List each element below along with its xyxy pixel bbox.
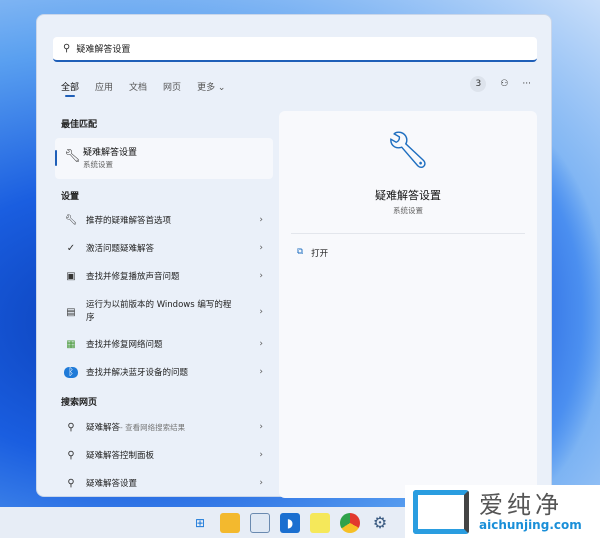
- chevron-right-icon: ›: [259, 307, 263, 317]
- more-options-button[interactable]: ···: [522, 79, 531, 89]
- photos-icon[interactable]: [250, 512, 270, 533]
- web-header: 搜索网页: [61, 398, 98, 408]
- list-item[interactable]: ▦ 查找并修复网络问题 ›: [55, 338, 273, 351]
- tab-apps[interactable]: 应用: [95, 80, 113, 93]
- tab-web[interactable]: 网页: [163, 80, 181, 93]
- chevron-right-icon: ›: [259, 215, 263, 225]
- open-external-icon: ⧉: [297, 247, 304, 257]
- chevron-right-icon: ›: [259, 243, 263, 253]
- watermark-cn: 爱纯净: [479, 490, 563, 519]
- preview-subtitle: 系统设置: [393, 206, 423, 215]
- chevron-right-icon: ›: [259, 478, 263, 488]
- account-icon[interactable]: ⚇: [500, 79, 508, 89]
- wrench-icon: 🔧︎: [385, 130, 431, 171]
- web-item[interactable]: ⚲ 疑难解答 - 查看网络搜索结果 ›: [55, 421, 273, 434]
- toolbar: 3 ⚇ ···: [470, 76, 531, 92]
- list-item[interactable]: ᛒ 查找并解决蓝牙设备的问题 ›: [55, 366, 273, 378]
- watermark-logo: [413, 489, 469, 534]
- watermark-en: aichunjing.com: [479, 517, 582, 532]
- best-match-title: 疑难解答设置: [83, 148, 138, 158]
- preview-pane: 🔧︎ 疑难解答设置 系统设置 ⧉ 打开: [279, 111, 537, 498]
- item-label: 疑难解答: [86, 423, 121, 433]
- check-circle-icon: ✓: [66, 242, 76, 254]
- tab-documents[interactable]: 文档: [129, 80, 147, 93]
- best-match-item[interactable]: 🔧︎ 疑难解答设置 系统设置: [55, 138, 273, 179]
- item-sub: - 查看网络搜索结果: [120, 422, 186, 432]
- open-button[interactable]: ⧉ 打开: [297, 247, 328, 259]
- item-label: 疑难解答设置: [86, 479, 138, 489]
- list-item[interactable]: 🔧︎ 推荐的疑难解答首选项 ›: [55, 214, 273, 227]
- search-icon: ⚲: [63, 43, 71, 54]
- wrench-icon: 🔧︎: [64, 214, 78, 226]
- search-icon: ⚲: [67, 477, 75, 489]
- tab-all[interactable]: 全部: [61, 80, 79, 97]
- best-match-header: 最佳匹配: [61, 120, 98, 130]
- list-item[interactable]: ✓ 激活问题疑难解答 ›: [55, 242, 273, 255]
- web-item[interactable]: ⚲ 疑难解答设置 ›: [55, 477, 273, 490]
- item-label: 运行为以前版本的 Windows 编写的程序: [86, 300, 232, 323]
- rewards-badge[interactable]: 3: [470, 76, 487, 92]
- item-label: 查找并修复播放声音问题: [86, 272, 180, 282]
- search-input[interactable]: ⚲ 疑难解答设置: [53, 37, 537, 62]
- tab-more[interactable]: 更多 ⌄: [197, 80, 225, 93]
- notes-icon[interactable]: [310, 512, 330, 533]
- open-label: 打开: [311, 249, 329, 259]
- settings-header: 设置: [61, 192, 80, 202]
- list-item[interactable]: ▣ 查找并修复播放声音问题 ›: [55, 270, 273, 283]
- search-icon: ⚲: [67, 421, 75, 433]
- wrench-icon: 🔧︎: [64, 149, 81, 164]
- chrome-icon[interactable]: [340, 512, 360, 533]
- app-icon[interactable]: ◗: [280, 512, 300, 533]
- watermark: 爱纯净 aichunjing.com: [405, 485, 600, 538]
- filter-tabs: 全部 应用 文档 网页 更多 ⌄: [61, 80, 241, 97]
- bluetooth-icon: ᛒ: [64, 366, 78, 378]
- preview-title: 疑难解答设置: [375, 189, 441, 202]
- best-match-subtitle: 系统设置: [83, 160, 113, 169]
- search-icon: ⚲: [67, 449, 75, 461]
- item-label: 疑难解答控制面板: [86, 451, 155, 461]
- chevron-right-icon: ›: [259, 367, 263, 377]
- chevron-right-icon: ›: [259, 450, 263, 460]
- chevron-right-icon: ›: [259, 339, 263, 349]
- item-label: 激活问题疑难解答: [86, 244, 155, 254]
- settings-gear-icon[interactable]: ⚙: [370, 513, 390, 533]
- item-label: 查找并修复网络问题: [86, 340, 163, 350]
- file-explorer-icon[interactable]: [220, 512, 240, 533]
- network-icon: ▦: [66, 338, 76, 350]
- search-panel: ⚲ 疑难解答设置 全部 应用 文档 网页 更多 ⌄ 3 ⚇ ··· 最佳匹配 🔧…: [36, 14, 552, 498]
- divider: [291, 233, 525, 234]
- start-icon[interactable]: ⊞: [190, 513, 210, 533]
- chevron-right-icon: ›: [259, 271, 263, 281]
- audio-icon: ▣: [66, 270, 76, 282]
- item-label: 查找并解决蓝牙设备的问题: [86, 368, 189, 378]
- list-item[interactable]: ▤ 运行为以前版本的 Windows 编写的程序 ›: [55, 299, 273, 325]
- chevron-right-icon: ›: [259, 422, 263, 432]
- web-item[interactable]: ⚲ 疑难解答控制面板 ›: [55, 449, 273, 462]
- compat-icon: ▤: [66, 306, 76, 318]
- search-query: 疑难解答设置: [76, 45, 131, 55]
- item-label: 推荐的疑难解答首选项: [86, 216, 172, 226]
